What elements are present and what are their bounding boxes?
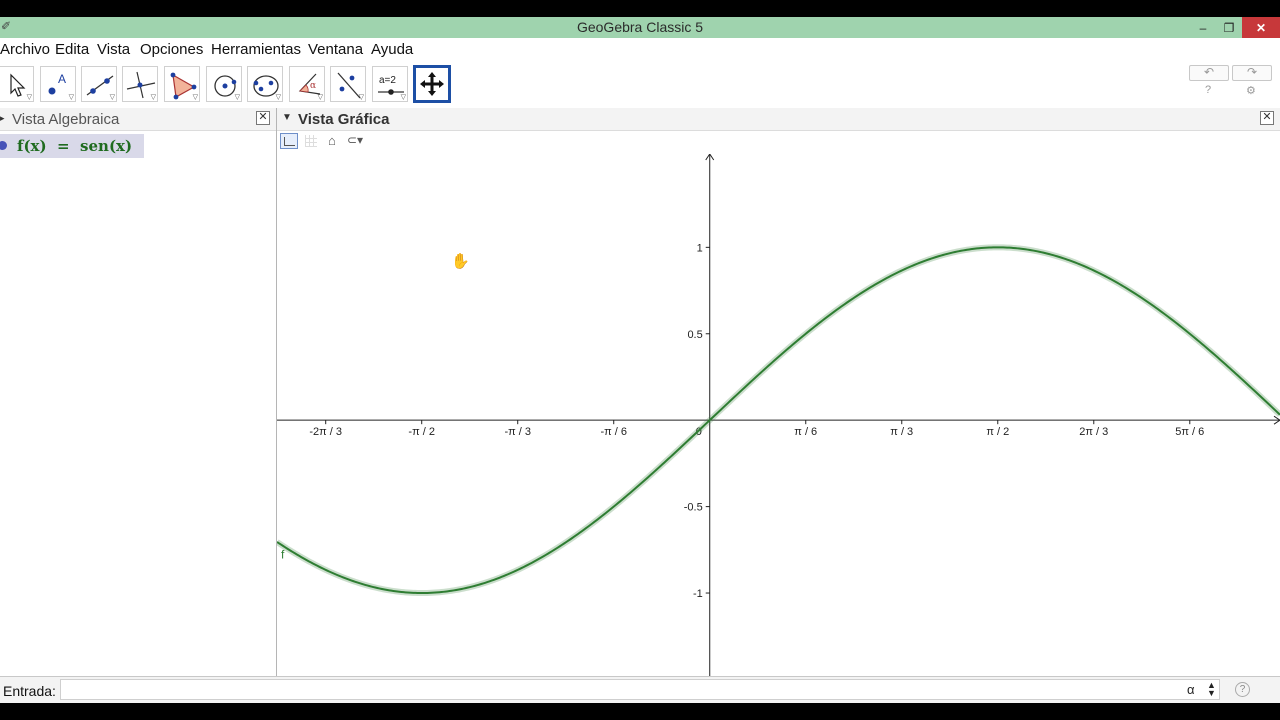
- angle-icon-label: α: [310, 81, 316, 91]
- algebra-item-f[interactable]: f(x) = sen(x): [0, 134, 144, 158]
- input-bar: Entrada: α ▲ ▼ ?: [0, 676, 1280, 704]
- graphics-canvas[interactable]: -2π / 3 -π / 2 -π / 3 -π / 60π / 6π / 3π / …: [275, 153, 1280, 676]
- x-tick-label: π / 2: [986, 426, 1009, 438]
- x-tick-label: π / 3: [890, 426, 913, 438]
- menu-ayuda[interactable]: Ayuda: [371, 41, 413, 58]
- collapse-triangle-icon[interactable]: ▼: [282, 112, 292, 123]
- tool-angle[interactable]: α ▽: [289, 66, 325, 102]
- axes-icon: [284, 137, 295, 146]
- graphics-close-icon[interactable]: ✕: [1260, 111, 1274, 125]
- x-tick-label: 5π / 6: [1175, 426, 1204, 438]
- window-title-bar: ✐ GeoGebra Classic 5 ‒ ❐ ✕: [0, 17, 1280, 38]
- grid-icon[interactable]: [305, 135, 317, 147]
- y-tick-label: -0.5: [684, 502, 703, 514]
- menu-bar: Archivo Edita Vista Opciones Herramienta…: [0, 38, 1280, 62]
- visibility-toggle-icon[interactable]: [0, 141, 7, 150]
- undo-button[interactable]: ↶: [1189, 65, 1229, 81]
- tool-move[interactable]: ▽: [0, 66, 34, 102]
- panel-toggle-icon[interactable]: ▸: [0, 113, 5, 124]
- menu-ventana[interactable]: Ventana: [308, 41, 363, 58]
- algebra-view: ▸ Vista Algebraica ✕ f(x) = sen(x): [0, 108, 277, 676]
- point-icon-label: A: [58, 72, 66, 86]
- input-help-icon[interactable]: ?: [1235, 682, 1250, 697]
- toggle-axes-button[interactable]: [280, 133, 298, 149]
- tool-circle[interactable]: ▽: [206, 66, 242, 102]
- menu-edita[interactable]: Edita: [55, 41, 89, 58]
- window-title: GeoGebra Classic 5: [576, 19, 704, 35]
- x-tick-label: -π / 6: [600, 426, 627, 438]
- graphics-view[interactable]: -2π / 3 -π / 2 -π / 3 -π / 60π / 6π / 3π / …: [275, 153, 1280, 676]
- history-spinner-icon[interactable]: ▲ ▼: [1207, 681, 1216, 698]
- point-capture-dropdown-icon[interactable]: ⊂▾: [347, 133, 363, 147]
- x-tick-label: -π / 3: [504, 426, 531, 438]
- slider-icon-label: a=2: [379, 75, 396, 86]
- y-tick-label: 1: [697, 242, 703, 254]
- menu-herramientas[interactable]: Herramientas: [211, 41, 301, 58]
- help-icon[interactable]: ?: [1205, 84, 1211, 96]
- tool-perpendicular[interactable]: ▽: [122, 66, 158, 102]
- y-tick-label: 0.5: [687, 329, 702, 341]
- tool-line[interactable]: ▽: [81, 66, 117, 102]
- tool-move-graphics-view[interactable]: [413, 65, 451, 103]
- home-icon[interactable]: ⌂: [328, 133, 336, 148]
- graphics-style-bar: ⌂ ⊂▾: [277, 131, 1280, 154]
- tool-slider[interactable]: a=2 ▽: [372, 66, 408, 102]
- y-tick-label: -1: [693, 588, 703, 600]
- input-label: Entrada:: [3, 683, 56, 699]
- tool-ellipse[interactable]: ▽: [247, 66, 283, 102]
- redo-button[interactable]: ↷: [1232, 65, 1272, 81]
- x-tick-label: -π / 2: [408, 426, 435, 438]
- algebra-formula: f(x) = sen(x): [17, 137, 133, 155]
- x-tick-label: 2π / 3: [1079, 426, 1108, 438]
- symbols-alpha-button[interactable]: α: [1187, 682, 1195, 697]
- tool-polygon[interactable]: ▽: [164, 66, 200, 102]
- menu-archivo[interactable]: Archivo: [0, 41, 50, 58]
- maximize-button[interactable]: ❐: [1216, 17, 1242, 38]
- close-button[interactable]: ✕: [1242, 17, 1280, 38]
- minimize-button[interactable]: ‒: [1190, 17, 1216, 38]
- algebra-close-icon[interactable]: ✕: [256, 111, 270, 125]
- settings-gear-icon[interactable]: ⚙: [1246, 84, 1256, 97]
- x-tick-label: π / 6: [794, 426, 817, 438]
- screen-border: [0, 703, 1280, 720]
- algebra-view-title: Vista Algebraica: [12, 111, 120, 128]
- menu-vista[interactable]: Vista: [97, 41, 130, 58]
- algebra-view-header: ▸ Vista Algebraica ✕: [0, 108, 276, 131]
- graphics-view-title: Vista Gráfica: [298, 111, 390, 128]
- move-graphics-view-icon: [420, 72, 444, 96]
- toolbar: ▽ A ▽ ▽ ▽ ▽ ▽ ▽ α ▽ ▽ a=2 ▽ ↶ ↷ ? ⚙: [0, 62, 1280, 109]
- tool-reflect[interactable]: ▽: [330, 66, 366, 102]
- graphics-view-header: ▼ Vista Gráfica ✕: [277, 108, 1280, 131]
- hand-cursor-icon: ✋: [451, 253, 470, 270]
- menu-opciones[interactable]: Opciones: [140, 41, 203, 58]
- x-tick-label: -2π / 3: [309, 426, 342, 438]
- tool-point[interactable]: A ▽: [40, 66, 76, 102]
- input-field[interactable]: [60, 679, 1220, 700]
